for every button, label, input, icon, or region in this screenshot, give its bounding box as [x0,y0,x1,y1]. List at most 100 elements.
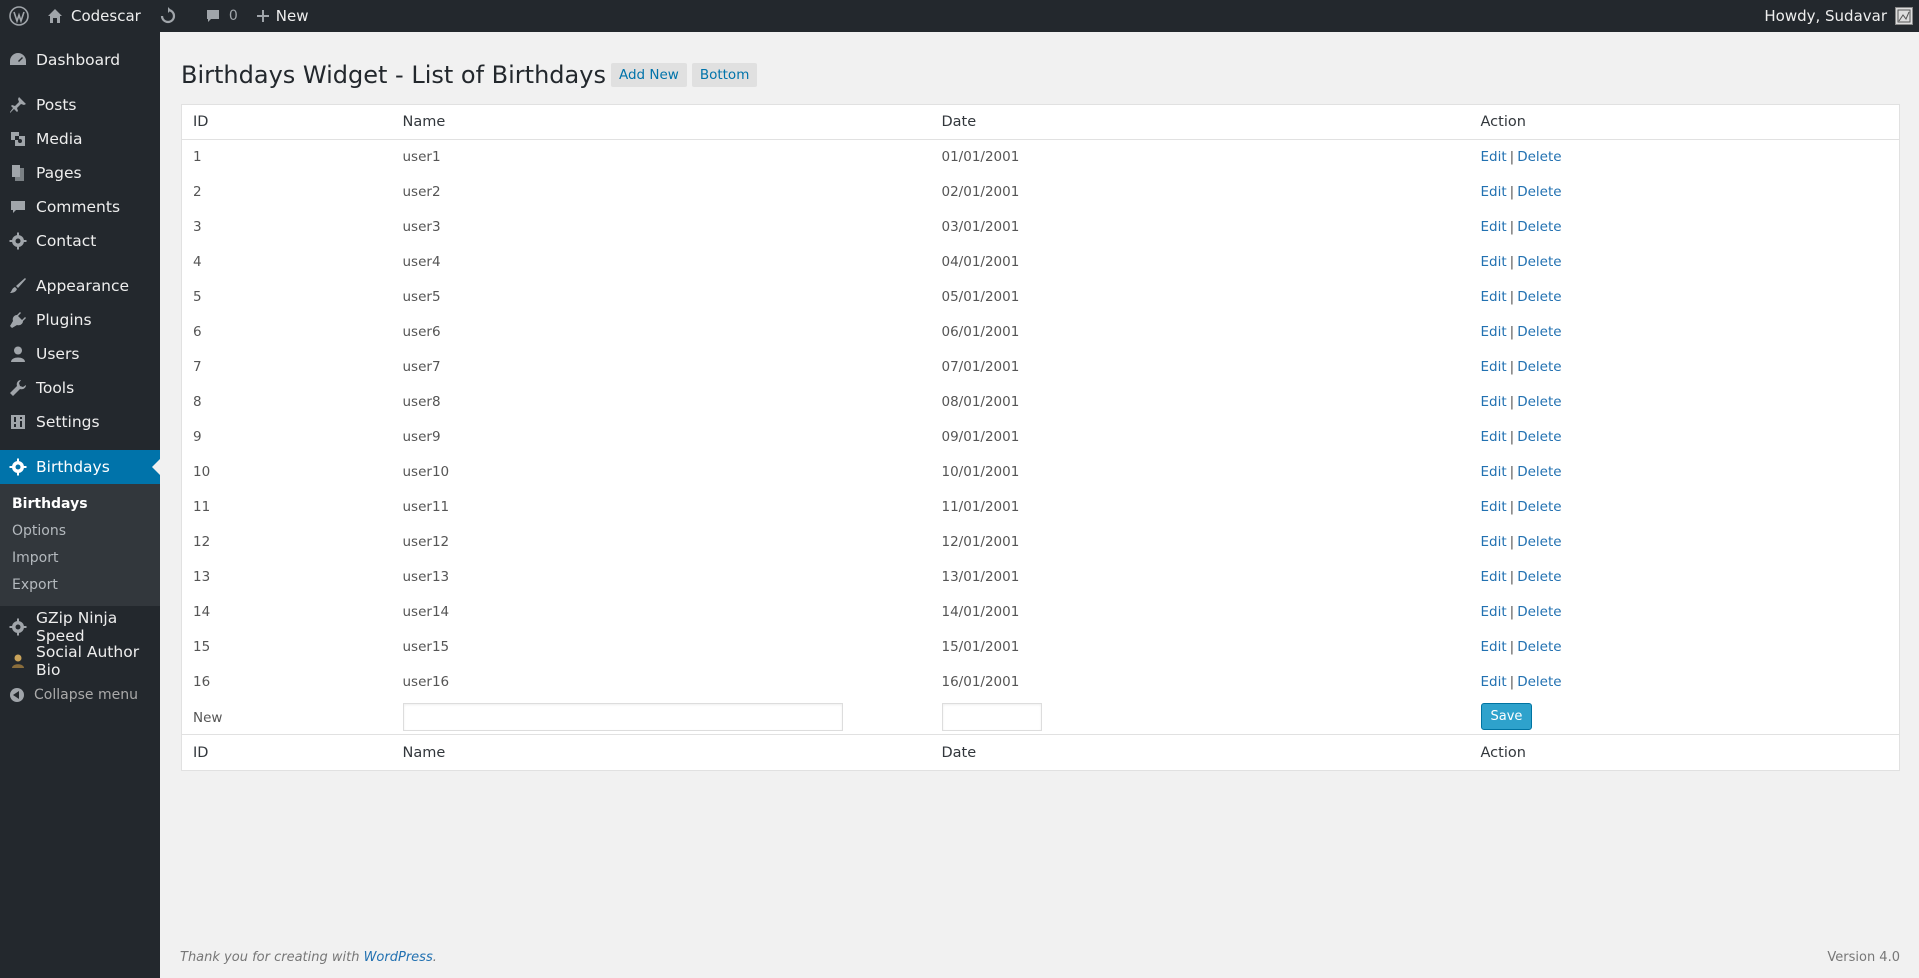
menu-item-plugins[interactable]: Plugins [0,303,160,337]
edit-link[interactable]: Edit [1481,464,1507,480]
menu-item-settings[interactable]: Settings [0,405,160,439]
menu-item-pages[interactable]: Pages [0,156,160,190]
edit-link[interactable]: Edit [1481,219,1507,235]
cell-action: Edit | Delete [1470,350,1900,385]
site-name-link[interactable]: Codescar [38,0,150,32]
cell-id: 2 [193,184,202,200]
action-separator: | [1509,534,1515,550]
delete-link[interactable]: Delete [1517,429,1561,445]
table-row: 7 user7 07/01/2001 Edit | Delete [182,350,1900,385]
new-entry-row: New Save [182,700,1900,735]
edit-link[interactable]: Edit [1481,569,1507,585]
submenu-item-import[interactable]: Import [0,545,160,572]
table-row: 12 user12 12/01/2001 Edit | Delete [182,525,1900,560]
wordpress-logo-icon[interactable] [0,0,38,32]
gear-icon [9,232,27,250]
menu-item-dashboard[interactable]: Dashboard [0,43,160,77]
table-row: 5 user5 05/01/2001 Edit | Delete [182,280,1900,315]
collapse-menu-button[interactable]: Collapse menu [0,678,160,712]
menu-item-appearance[interactable]: Appearance [0,269,160,303]
delete-link[interactable]: Delete [1517,289,1561,305]
delete-link[interactable]: Delete [1517,639,1561,655]
menu-item-contact[interactable]: Contact [0,224,160,258]
delete-link[interactable]: Delete [1517,499,1561,515]
main-content: Birthdays Widget - List of Birthdays Add… [181,32,1901,771]
cell-name: user10 [402,464,450,480]
column-header-action: Action [1469,104,1900,140]
edit-link[interactable]: Edit [1481,674,1507,690]
edit-link[interactable]: Edit [1481,534,1507,550]
edit-link[interactable]: Edit [1481,324,1507,340]
delete-link[interactable]: Delete [1517,149,1561,165]
edit-link[interactable]: Edit [1481,429,1507,445]
delete-link[interactable]: Delete [1517,674,1561,690]
delete-link[interactable]: Delete [1517,534,1561,550]
edit-link[interactable]: Edit [1481,184,1507,200]
avatar [1895,7,1913,25]
new-date-input[interactable] [941,702,1042,731]
action-separator: | [1509,149,1515,166]
wrench-icon [9,379,27,397]
action-separator: | [1509,394,1515,410]
delete-link[interactable]: Delete [1517,184,1561,200]
edit-link[interactable]: Edit [1481,499,1507,515]
edit-link[interactable]: Edit [1481,359,1507,375]
delete-link[interactable]: Delete [1517,324,1561,340]
greeting: Howdy, Sudavar [1764,7,1887,25]
delete-link[interactable]: Delete [1517,254,1561,270]
menu-item-comments[interactable]: Comments [0,190,160,224]
menu-item-birthdays[interactable]: Birthdays [0,450,160,484]
edit-link[interactable]: Edit [1481,639,1507,655]
edit-link[interactable]: Edit [1481,394,1507,410]
delete-link[interactable]: Delete [1517,359,1561,375]
action-separator: | [1509,289,1515,305]
edit-link[interactable]: Edit [1481,289,1507,305]
menu-item-posts[interactable]: Posts [0,88,160,122]
author-icon [9,652,27,670]
edit-link[interactable]: Edit [1481,254,1507,270]
menu-item-social-author-bio[interactable]: Social Author Bio [0,643,160,679]
cell-date: 13/01/2001 [941,569,1020,585]
cell-date: 04/01/2001 [941,254,1020,270]
delete-link[interactable]: Delete [1517,394,1561,410]
submenu-item-export[interactable]: Export [0,572,160,599]
menu-item-gzip-ninja-speed[interactable]: GZip Ninja Speed [0,609,160,645]
cell-date: 07/01/2001 [941,359,1020,375]
delete-link[interactable]: Delete [1517,464,1561,480]
menu-item-users[interactable]: Users [0,337,160,371]
cell-date: 06/01/2001 [941,324,1020,340]
cell-id: 14 [193,604,211,620]
media-icon [9,130,27,148]
new-label: New [275,7,309,25]
add-new-button[interactable]: Add New [610,62,687,87]
cell-action: Edit | Delete [1470,490,1900,525]
menu-item-tools[interactable]: Tools [0,371,160,405]
cell-action: Edit | Delete [1470,525,1900,560]
save-button[interactable]: Save [1480,703,1533,731]
comments-button[interactable]: 0 [196,0,247,32]
submenu-item-options[interactable]: Options [0,518,160,545]
edit-link[interactable]: Edit [1481,149,1507,165]
footer-thanks: Thank you for creating with WordPress. [180,950,437,965]
edit-link[interactable]: Edit [1481,604,1507,620]
action-separator: | [1509,674,1515,690]
submenu-item-birthdays[interactable]: Birthdays [0,491,160,518]
my-account-menu[interactable]: Howdy, Sudavar [1755,0,1919,32]
updates-button[interactable] [150,0,186,32]
page-header: Birthdays Widget - List of Birthdays Add… [181,32,1901,100]
bottom-button[interactable]: Bottom [691,62,758,87]
plugin-icon [9,311,27,329]
delete-link[interactable]: Delete [1517,569,1561,585]
cell-name: user3 [402,219,441,235]
comments-count: 0 [228,8,238,24]
table-header-row: ID Name Date Action [181,104,1900,140]
cell-name: user7 [402,359,441,375]
brush-icon [9,277,27,295]
table-footer-row: ID Name Date Action [181,734,1900,771]
new-name-input[interactable] [402,702,843,731]
wordpress-link[interactable]: WordPress [364,950,433,965]
new-content-button[interactable]: New [247,0,318,32]
delete-link[interactable]: Delete [1517,219,1561,235]
menu-item-media[interactable]: Media [0,122,160,156]
delete-link[interactable]: Delete [1517,604,1561,620]
